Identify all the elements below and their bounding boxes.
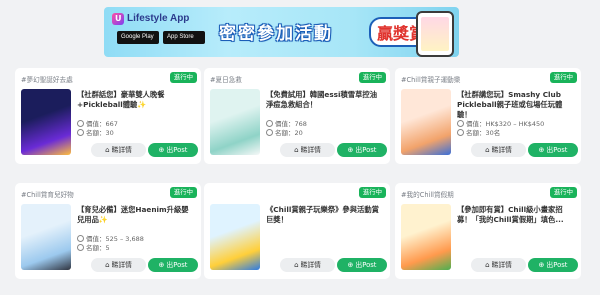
detail-label: 睇詳情 [300, 261, 321, 269]
card-quota-text: 名額：5 [86, 244, 110, 252]
post-button[interactable]: ⊕ 出Post [337, 143, 387, 157]
card-quota: 名額：20 [266, 127, 303, 137]
post-button[interactable]: ⊕ 出Post [148, 258, 198, 272]
google-play-badge[interactable]: Google Play [117, 31, 159, 44]
card-thumbnail[interactable] [401, 204, 451, 270]
detail-button[interactable]: ⌂ 睇詳情 [91, 143, 146, 157]
card-quota-text: 名額：30 [86, 129, 114, 137]
plus-circle-icon: ⊕ [538, 146, 545, 154]
tag-icon: ⌂ [105, 261, 110, 269]
detail-button[interactable]: ⌂ 睇詳情 [471, 143, 526, 157]
card-title[interactable]: 【免費試用】韓國essi積雪草控油淨痘急救組合！ [266, 90, 384, 110]
coin-icon [77, 235, 84, 242]
status-badge: 進行中 [169, 187, 197, 198]
card-thumbnail[interactable] [401, 89, 451, 155]
card-quota: 名額：5 [77, 242, 110, 252]
detail-label: 睇詳情 [111, 146, 132, 154]
post-label: 出Post [355, 261, 377, 269]
status-badge: 進行中 [358, 187, 386, 198]
phone-illustration [416, 11, 454, 57]
post-label: 出Post [546, 146, 568, 154]
post-label: 出Post [166, 261, 188, 269]
card-thumbnail[interactable] [210, 204, 260, 270]
plus-circle-icon: ⊕ [158, 146, 165, 154]
coin-icon [77, 120, 84, 127]
plus-circle-icon: ⊕ [538, 261, 545, 269]
coin-icon [457, 120, 464, 127]
activity-card[interactable]: #夏日急救 進行中 【免費試用】韓國essi積雪草控油淨痘急救組合！ 價值：768 名額… [204, 68, 390, 164]
status-badge: 進行中 [549, 72, 577, 83]
activity-card[interactable]: #Chill賞親子運動樂 進行中【社群講您玩】Smashy Club Pickle… [395, 68, 581, 164]
status-badge: 進行中 [549, 187, 577, 198]
card-hashtag[interactable]: #夏日急救 [210, 74, 242, 84]
activity-card[interactable]: #Chill賞育兒好物 進行中 【育兒必備】迷您Haenim升級嬰兒用品✨ 價值：52… [15, 183, 201, 279]
card-thumbnail[interactable] [210, 89, 260, 155]
post-button[interactable]: ⊕ 出Post [337, 258, 387, 272]
tag-icon: ⌂ [485, 261, 490, 269]
card-title[interactable]: 【社群話您】豪華雙人晚餐+Pickleball體驗✨ [77, 90, 195, 110]
card-title[interactable]: 【參加即有賞】Chill級小畫家招募！「我的Chill賞假期」填色... [457, 205, 575, 225]
card-hashtag[interactable]: #Chill賞親子運動樂 [401, 74, 460, 84]
card-hashtag[interactable]: #夢幻聖誕好去處 [21, 74, 73, 84]
status-badge: 進行中 [169, 72, 197, 83]
activity-card[interactable]: 進行中 《Chill賞親子玩樂祭》參與活動賞巨獎！ ⌂ 睇詳情 ⊕ 出Post [204, 183, 390, 279]
detail-button[interactable]: ⌂ 睇詳情 [471, 258, 526, 272]
post-button[interactable]: ⊕ 出Post [148, 143, 198, 157]
person-icon [457, 129, 464, 136]
activity-card[interactable]: #我的Chill賞假期 進行中【參加即有賞】Chill級小畫家招募！「我的Chil… [395, 183, 581, 279]
post-label: 出Post [546, 261, 568, 269]
detail-button[interactable]: ⌂ 睇詳情 [280, 258, 335, 272]
card-quota-text: 名額：30名 [466, 129, 501, 137]
card-title[interactable]: 【社群講您玩】Smashy Club Pickleball親子班或包場任玩體驗！ [457, 90, 575, 120]
detail-label: 睇詳情 [300, 146, 321, 154]
banner-headline: 密密參加活動 [219, 24, 333, 44]
card-quota: 名額：30 [77, 127, 114, 137]
detail-button[interactable]: ⌂ 睇詳情 [91, 258, 146, 272]
post-button[interactable]: ⊕ 出Post [528, 258, 578, 272]
status-badge: 進行中 [358, 72, 386, 83]
detail-button[interactable]: ⌂ 睇詳情 [280, 143, 335, 157]
post-label: 出Post [166, 146, 188, 154]
detail-label: 睇詳情 [491, 261, 512, 269]
tag-icon: ⌂ [485, 146, 490, 154]
tag-icon: ⌂ [105, 146, 110, 154]
promo-banner[interactable]: U Lifestyle App Google Play App Store 密密… [104, 7, 459, 57]
person-icon [77, 244, 84, 251]
plus-circle-icon: ⊕ [347, 261, 354, 269]
post-button[interactable]: ⊕ 出Post [528, 143, 578, 157]
app-store-badge[interactable]: App Store [163, 31, 205, 44]
plus-circle-icon: ⊕ [158, 261, 165, 269]
card-thumbnail[interactable] [21, 89, 71, 155]
person-icon [266, 129, 273, 136]
app-name: Lifestyle App [127, 13, 190, 24]
card-thumbnail[interactable] [21, 204, 71, 270]
app-logo: U [112, 13, 124, 25]
activity-card[interactable]: #夢幻聖誕好去處 進行中 【社群話您】豪華雙人晚餐+Pickleball體驗✨ 價值：… [15, 68, 201, 164]
detail-label: 睇詳情 [491, 146, 512, 154]
card-quota: 名額：30名 [457, 127, 500, 137]
detail-label: 睇詳情 [111, 261, 132, 269]
tag-icon: ⌂ [294, 261, 299, 269]
post-label: 出Post [355, 146, 377, 154]
card-title[interactable]: 【育兒必備】迷您Haenim升級嬰兒用品✨ [77, 205, 195, 225]
card-title[interactable]: 《Chill賞親子玩樂祭》參與活動賞巨獎！ [266, 205, 384, 225]
plus-circle-icon: ⊕ [347, 146, 354, 154]
card-hashtag[interactable]: #Chill賞育兒好物 [21, 189, 74, 199]
coin-icon [266, 120, 273, 127]
card-quota-text: 名額：20 [275, 129, 303, 137]
tag-icon: ⌂ [294, 146, 299, 154]
person-icon [77, 129, 84, 136]
card-hashtag[interactable]: #我的Chill賞假期 [401, 189, 454, 199]
